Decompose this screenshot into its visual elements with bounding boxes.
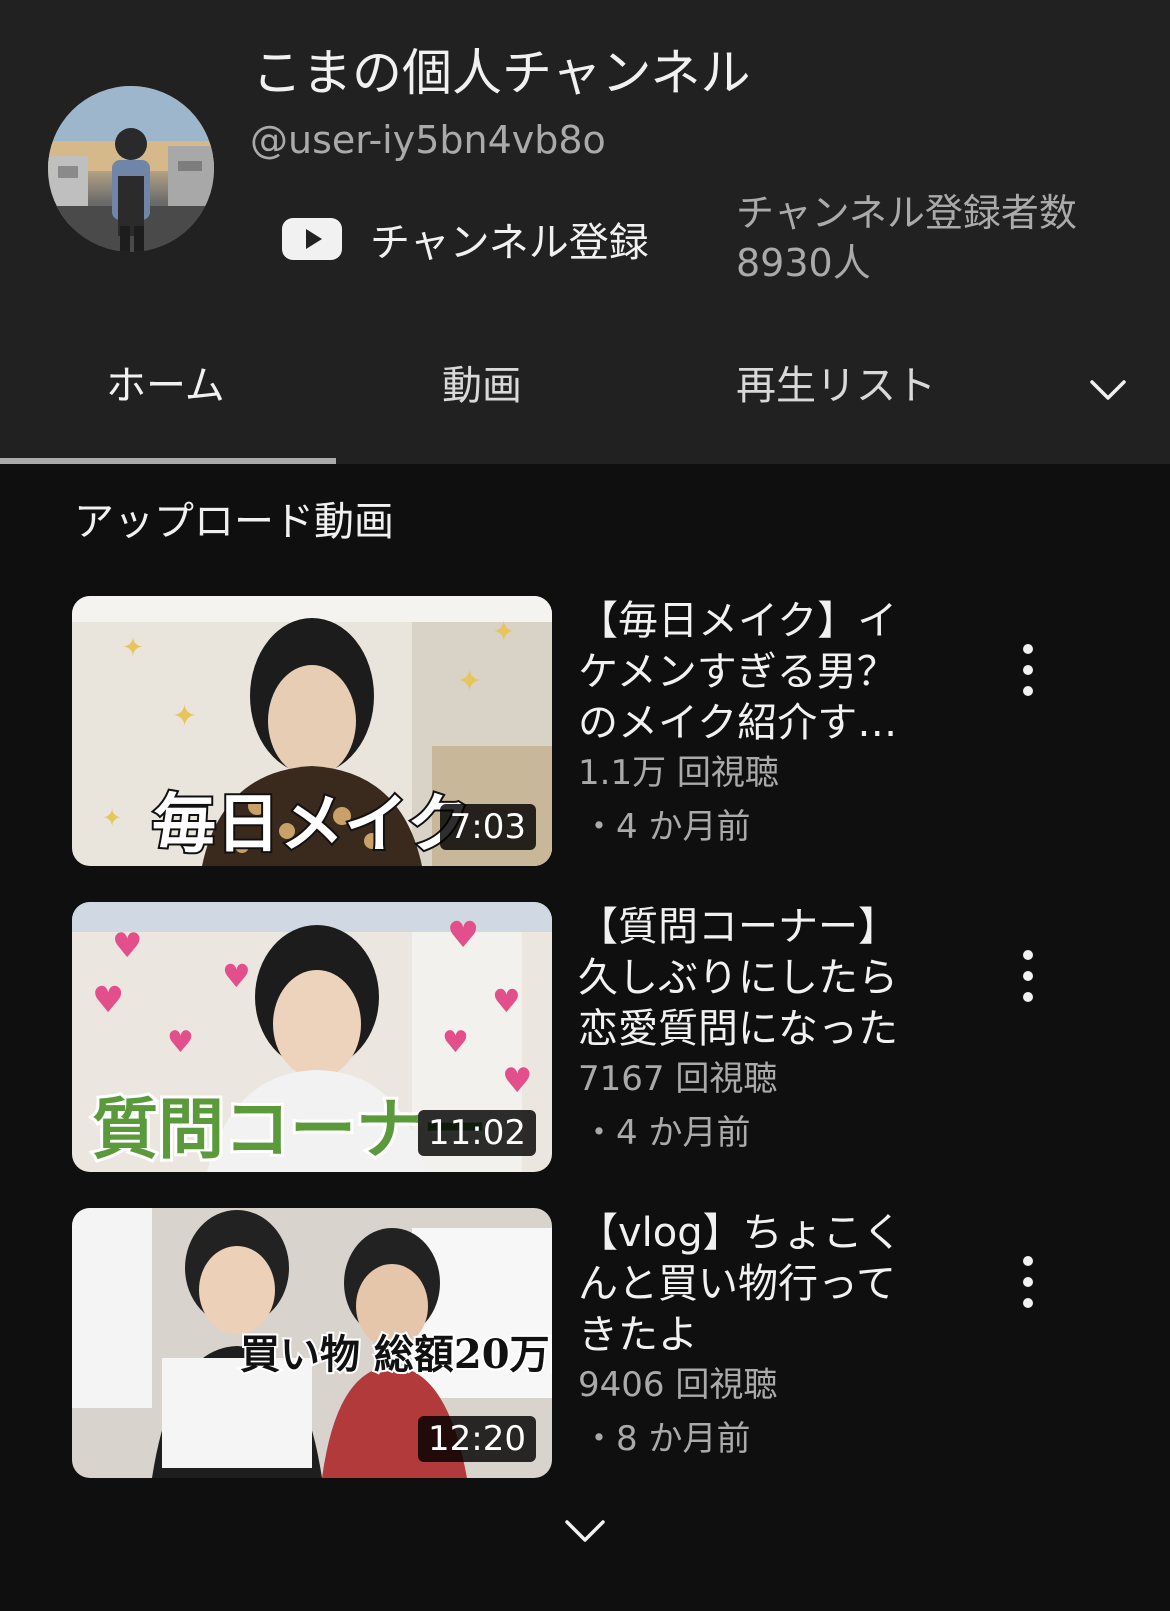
video-item[interactable]: 買い物 総額20万円 12:20 【vlog】ちょこくんと買い物行ってきたよ 9… [72,1208,1132,1478]
subscribe-button[interactable]: チャンネル登録 [282,206,649,272]
tab-videos[interactable]: 動画 [442,358,522,414]
channel-name: こまの個人チャンネル [252,44,751,102]
svg-text:✦: ✦ [122,633,144,663]
video-title[interactable]: 【毎日メイク】イケメンすぎる男？のメイク紹介す… [578,596,918,749]
svg-text:♥: ♥ [167,1025,194,1060]
svg-text:♥: ♥ [447,915,479,956]
svg-text:♥: ♥ [502,1061,532,1101]
video-age: ・8 か月前 [582,1419,751,1459]
youtube-play-icon [282,218,342,260]
channel-handle: @user-iy5bn4vb8o [250,118,606,162]
section-title: アップロード動画 [74,499,394,545]
video-duration: 11:02 [418,1110,536,1156]
video-views: 1.1万 回視聴 [578,753,779,793]
tab-home[interactable]: ホーム [106,358,225,414]
video-item[interactable]: ✦ ✦ ✦ ✦ ✦ 毎日メイク 7:03 【毎日メイク】イケメンすぎる男？のメイ… [72,596,1132,866]
channel-header: こまの個人チャンネル @user-iy5bn4vb8o チャンネル登録 チャンネ… [0,0,1170,330]
svg-text:♥: ♥ [442,1025,469,1060]
more-vert-icon[interactable] [1010,644,1046,696]
svg-text:✦: ✦ [172,699,197,734]
channel-tabs: ホーム 動画 再生リスト [0,330,1170,464]
more-vert-icon[interactable] [1010,950,1046,1002]
svg-text:✦: ✦ [492,615,515,648]
svg-text:買い物 総額20万円: 買い物 総額20万円 [240,1331,552,1378]
video-title[interactable]: 【vlog】ちょこくんと買い物行ってきたよ [578,1208,918,1361]
video-title[interactable]: 【質問コーナー】久しぶりにしたら恋愛質問になった [578,902,918,1055]
video-item[interactable]: ♥ ♥ ♥ ♥ ♥ ♥ ♥ ♥ 質問コーナー 11:02 【質問コーナー】久しぶ… [72,902,1132,1172]
video-duration: 7:03 [439,804,536,850]
video-age: ・4 か月前 [582,1113,751,1153]
more-vert-icon[interactable] [1010,1256,1046,1308]
tab-playlists[interactable]: 再生リスト [736,358,936,414]
chevron-down-icon[interactable] [1088,370,1128,410]
video-thumbnail[interactable]: 買い物 総額20万円 12:20 [72,1208,552,1478]
video-views: 7167 回視聴 [578,1059,778,1099]
svg-text:♥: ♥ [92,980,124,1021]
channel-avatar[interactable] [48,86,214,252]
subscribe-label: チャンネル登録 [370,220,649,266]
svg-text:✦: ✦ [102,804,122,832]
avatar-image [48,86,214,252]
active-tab-indicator [0,458,336,464]
video-age: ・4 か月前 [582,807,751,847]
video-thumbnail[interactable]: ♥ ♥ ♥ ♥ ♥ ♥ ♥ ♥ 質問コーナー 11:02 [72,902,552,1172]
svg-text:✦: ✦ [457,664,482,699]
svg-text:♥: ♥ [112,926,142,966]
svg-text:♥: ♥ [222,957,251,995]
svg-text:♥: ♥ [492,982,521,1020]
video-views: 9406 回視聴 [578,1365,778,1405]
show-more-chevron-down-icon[interactable] [563,1514,607,1548]
svg-text:毎日メイク: 毎日メイク [152,787,471,862]
subscriber-count: チャンネル登録者数 8930人 [736,191,1077,285]
video-duration: 12:20 [418,1416,536,1462]
video-thumbnail[interactable]: ✦ ✦ ✦ ✦ ✦ 毎日メイク 7:03 [72,596,552,866]
